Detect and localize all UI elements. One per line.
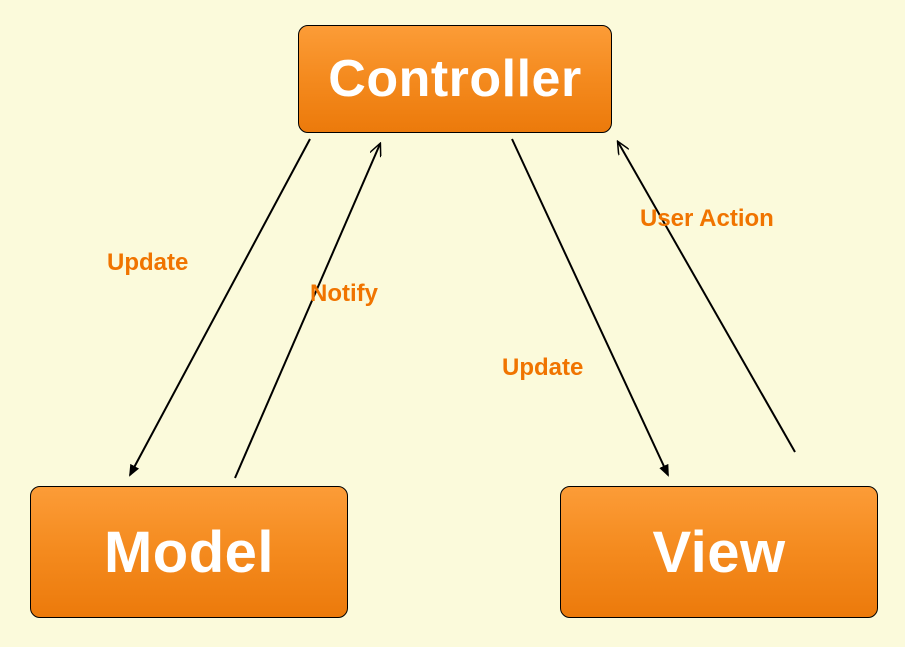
label-update-view: Update [502, 354, 583, 382]
arrow-model-to-controller [235, 144, 380, 478]
arrow-view-to-controller [618, 142, 795, 452]
controller-node: Controller [298, 25, 612, 133]
controller-label: Controller [328, 49, 581, 109]
arrow-controller-to-view [512, 139, 668, 475]
label-notify: Notify [310, 280, 378, 308]
arrow-controller-to-model [130, 139, 310, 475]
view-node: View [560, 486, 878, 618]
label-update-model: Update [107, 249, 188, 277]
view-label: View [652, 519, 785, 586]
label-user-action: User Action [640, 205, 774, 233]
model-node: Model [30, 486, 348, 618]
model-label: Model [104, 519, 274, 586]
